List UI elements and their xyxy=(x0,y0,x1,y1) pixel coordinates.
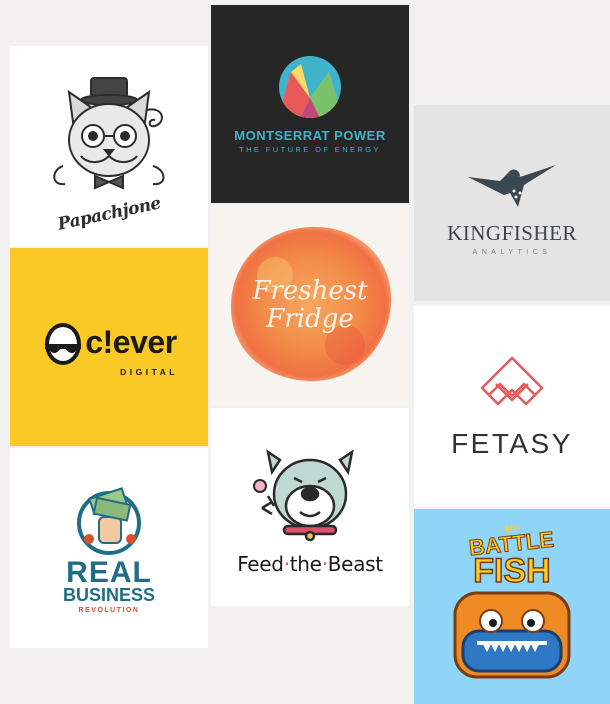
real-business-tagline: REVOLUTION xyxy=(78,606,140,614)
logo-tile-my-battle-fish[interactable]: MY BATTLE FISH xyxy=(414,509,610,704)
clever-wordmark: c!ever xyxy=(85,323,177,360)
logo-tile-freshest-fridge[interactable]: Freshest Fridge xyxy=(211,205,409,406)
fish-tank-icon xyxy=(453,591,571,679)
bulldog-icon xyxy=(253,449,354,542)
real-business-line1: REAL xyxy=(66,555,152,589)
montserrat-tagline: THE FUTURE OF ENERGY xyxy=(239,145,381,154)
montserrat-title: MONTSERRAT POWER xyxy=(234,128,386,143)
logo-tile-montserrat-power[interactable]: MONTSERRAT POWER THE FUTURE OF ENERGY xyxy=(211,5,409,203)
clever-logo: c!ever xyxy=(41,318,177,366)
fetasy-diamond-icon xyxy=(480,356,544,405)
fist-money-icon xyxy=(77,486,141,555)
kingfisher-bird-icon xyxy=(468,164,556,207)
kingfisher-title: KINGFISHER xyxy=(447,220,577,245)
beast-word-beast: Beast xyxy=(327,552,383,576)
feed-the-beast-wordmark: Feed·the·Beast xyxy=(237,552,383,576)
mountain-m-icon xyxy=(279,56,341,118)
fetasy-wordmark: FETASY xyxy=(451,427,573,459)
beast-word-feed: Feed xyxy=(237,552,284,576)
egg-glasses-icon xyxy=(45,322,82,365)
logo-tile-papachjone[interactable]: Papachjone xyxy=(10,46,208,247)
clever-subtitle: DIGITAL xyxy=(120,366,178,377)
logo-tile-clever-digital[interactable]: c!ever DIGITAL xyxy=(10,248,208,446)
kingfisher-tagline: ANALYTICS xyxy=(472,248,552,256)
cat-mascot-icon xyxy=(53,76,165,190)
real-business-line2: BUSINESS xyxy=(62,584,156,605)
logo-tile-fetasy[interactable]: FETASY xyxy=(414,306,610,507)
logo-tile-feed-the-beast[interactable]: Feed·the·Beast xyxy=(211,408,409,606)
fridge-line1: Freshest xyxy=(252,276,368,307)
fridge-line2: Fridge xyxy=(266,303,354,334)
beast-word-the: the xyxy=(289,552,322,576)
battlefish-fish: FISH xyxy=(473,551,552,590)
logo-tile-real-business[interactable]: REAL BUSINESS REVOLUTION xyxy=(10,448,208,648)
logo-tile-kingfisher-analytics[interactable]: KINGFISHER ANALYTICS xyxy=(414,105,610,301)
